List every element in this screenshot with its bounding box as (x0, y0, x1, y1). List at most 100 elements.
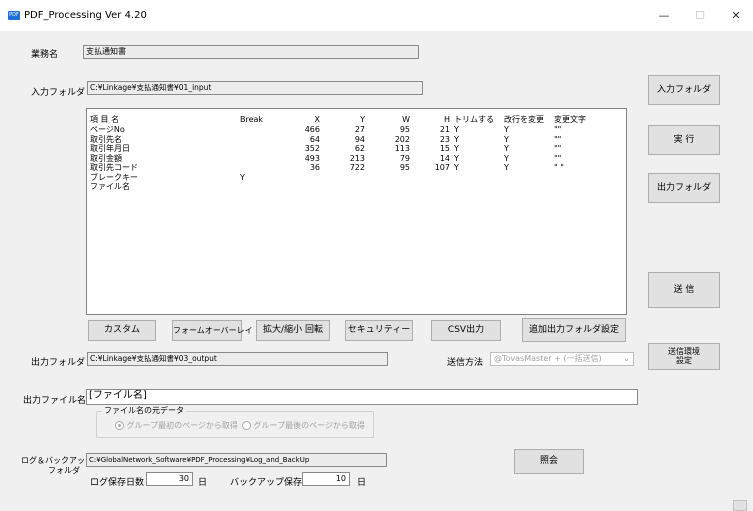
cell-y: 62 (354, 144, 365, 154)
custom-button[interactable]: カスタム (88, 320, 156, 341)
cell-trim: Y (454, 144, 459, 154)
cell-replace: "" (554, 125, 562, 135)
radio-last-page-option[interactable]: グループ最後のページから取得 (242, 420, 365, 431)
cell-h: 107 (434, 163, 450, 173)
log-days-input[interactable]: 30 (146, 472, 193, 486)
table-row[interactable]: 取引年月日 352 62 113 15 Y Y "" (90, 144, 618, 154)
cell-newline: Y (504, 134, 509, 144)
cell-replace (550, 173, 618, 183)
column-header-h[interactable]: H (410, 114, 450, 125)
column-header-w[interactable]: W (365, 114, 410, 125)
output-file-name-field[interactable]: [ファイル名] (86, 389, 638, 405)
radio-first-page-button[interactable] (115, 421, 124, 430)
cell-y (320, 173, 365, 183)
table-header-row: 項 目 名 Break X Y W H トリムする 改行を変更 変更文字 (90, 114, 618, 125)
table-row[interactable]: 取引先名 64 94 202 23 Y Y "" (90, 135, 618, 145)
table-row[interactable]: 取引金額 493 213 79 14 Y Y "" (90, 154, 618, 164)
chevron-down-icon: ⌄ (623, 354, 630, 363)
inquiry-button[interactable]: 照会 (514, 449, 584, 474)
cell-break (240, 154, 275, 164)
cell-h (410, 182, 450, 192)
cell-newline: Y (504, 163, 509, 173)
close-button[interactable]: ✕ (716, 6, 753, 26)
cell-break (240, 163, 275, 173)
column-header-trim[interactable]: トリムする (450, 114, 500, 125)
send-env-settings-button[interactable]: 送信環境 設定 (648, 343, 720, 370)
send-method-label: 送信方法 (447, 358, 484, 368)
log-backup-label-line2: フォルダ (48, 466, 80, 475)
table-row[interactable]: 取引先コード 36 722 95 107 Y Y " " (90, 163, 618, 173)
input-folder-field[interactable]: C:¥Linkage¥支払通知書¥01_input (87, 81, 423, 95)
table-row[interactable]: ファイル名 (90, 182, 618, 192)
cell-trim: Y (454, 134, 459, 144)
resize-grip[interactable] (733, 500, 747, 511)
cell-x: 352 (304, 144, 320, 154)
cell-replace: "" (554, 153, 562, 163)
column-header-break[interactable]: Break (240, 114, 275, 125)
backup-days-unit: 日 (357, 478, 367, 488)
cell-newline: Y (504, 153, 509, 163)
cell-trim: Y (454, 153, 459, 163)
cell-x: 493 (304, 153, 320, 163)
cell-x (275, 173, 320, 183)
column-header-y[interactable]: Y (320, 114, 365, 125)
cell-item-name: 取引先名 (90, 134, 122, 144)
cell-break (240, 144, 275, 154)
output-folder-button[interactable]: 出力フォルダ (648, 173, 720, 203)
form-overlay-button[interactable]: フォームオーバーレイ (172, 320, 253, 341)
cell-y (320, 182, 365, 192)
cell-break (240, 182, 275, 192)
cell-h: 14 (439, 153, 450, 163)
cell-w: 113 (394, 144, 410, 154)
column-header-item-name[interactable]: 項 目 名 (90, 114, 240, 125)
cell-item-name: ページNo (90, 125, 125, 135)
minimize-button[interactable]: — (644, 6, 684, 26)
output-file-name-label: 出力ファイル名 (23, 396, 87, 406)
radio-last-page-button[interactable] (242, 421, 251, 430)
cell-w (365, 173, 410, 183)
input-folder-button[interactable]: 入力フォルダ (648, 75, 720, 105)
cell-w: 79 (399, 153, 410, 163)
column-header-newline[interactable]: 改行を変更 (500, 114, 550, 125)
cell-item-name: ブレークキー (90, 172, 138, 182)
log-backup-folder-field[interactable]: C:¥GlobalNetwork_Software¥PDF_Processing… (86, 453, 387, 467)
cell-newline: Y (504, 125, 509, 135)
cell-trim (450, 182, 500, 192)
table-row[interactable]: ブレークキー Y (90, 173, 618, 183)
log-days-label: ログ保存日数 (90, 478, 145, 488)
column-header-replace[interactable]: 変更文字 (550, 114, 618, 125)
cell-x: 64 (309, 134, 320, 144)
cell-newline (500, 182, 550, 192)
output-folder-field[interactable]: C:¥Linkage¥支払通知書¥03_output (87, 352, 388, 366)
cell-h: 15 (439, 144, 450, 154)
cell-replace (550, 182, 618, 192)
radio-first-page-label: グループ最初のページから取得 (126, 421, 238, 430)
send-method-select[interactable]: @TovasMaster + (一括送信) ⌄ (490, 352, 634, 366)
window-title: PDF_Processing Ver 4.20 (24, 10, 147, 21)
business-name-field[interactable]: 支払通知書 (83, 45, 419, 59)
cell-trim (450, 173, 500, 183)
send-env-settings-label-line1: 送信環境 (668, 347, 700, 356)
table-row[interactable]: ページNo 466 27 95 21 Y Y "" (90, 125, 618, 135)
output-folder-label: 出力フォルダ (31, 358, 86, 368)
zoom-rotate-button[interactable]: 拡大/縮小 回転 (256, 320, 330, 341)
send-env-settings-label-line2: 設定 (676, 356, 692, 365)
execute-button[interactable]: 実 行 (648, 125, 720, 155)
item-list[interactable]: 項 目 名 Break X Y W H トリムする 改行を変更 変更文字 ページ… (86, 108, 627, 315)
column-header-x[interactable]: X (275, 114, 320, 125)
cell-replace: "" (554, 144, 562, 154)
maximize-button[interactable]: ☐ (680, 6, 720, 26)
radio-last-page-label: グループ最後のページから取得 (253, 421, 365, 430)
send-button[interactable]: 送 信 (648, 272, 720, 308)
cell-w (365, 182, 410, 192)
backup-days-input[interactable]: 10 (302, 472, 350, 486)
cell-y: 94 (354, 134, 365, 144)
csv-output-button[interactable]: CSV出力 (431, 320, 501, 341)
extra-output-folder-button[interactable]: 追加出力フォルダ設定 (522, 318, 626, 342)
cell-y: 722 (349, 163, 365, 173)
send-method-value: @TovasMaster + (一括送信) (494, 354, 602, 363)
radio-first-page-option[interactable]: グループ最初のページから取得 (115, 420, 238, 431)
security-button[interactable]: セキュリティー (345, 320, 413, 341)
cell-break (240, 125, 275, 135)
cell-replace: " " (554, 163, 564, 173)
